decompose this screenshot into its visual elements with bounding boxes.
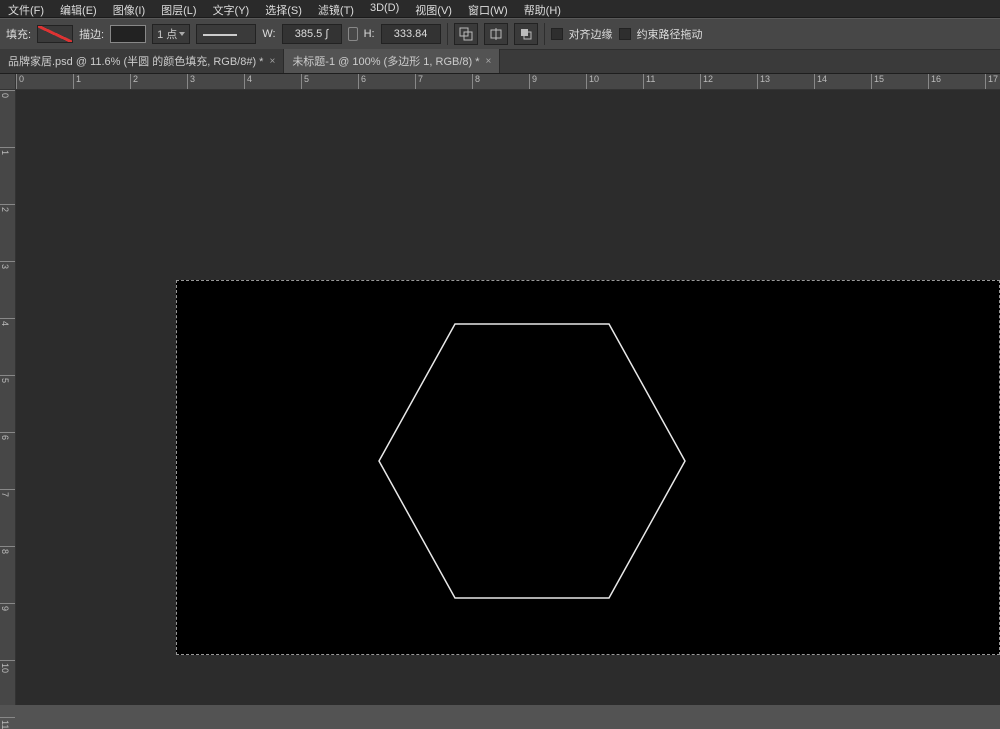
close-icon[interactable]: × xyxy=(269,56,275,67)
tab-document-1[interactable]: 品牌家居.psd @ 11.6% (半圆 的颜色填充, RGB/8#) * × xyxy=(0,49,284,73)
ruler-tick: 2 xyxy=(130,74,138,89)
width-label: W: xyxy=(262,28,275,40)
path-align-button[interactable] xyxy=(484,23,508,45)
menu-3d[interactable]: 3D(D) xyxy=(362,0,407,17)
link-icon[interactable] xyxy=(348,27,358,41)
ruler-tick: 12 xyxy=(700,74,713,89)
tab-label: 未标题-1 @ 100% (多边形 1, RGB/8) * xyxy=(292,53,479,69)
fill-label: 填充: xyxy=(6,26,31,42)
ruler-tick: 5 xyxy=(301,74,309,89)
ruler-tick: 5 xyxy=(0,375,15,383)
height-label: H: xyxy=(364,28,375,40)
ruler-tick: 7 xyxy=(0,489,15,497)
ruler-tick: 6 xyxy=(358,74,366,89)
menu-select[interactable]: 选择(S) xyxy=(257,0,310,17)
ruler-tick: 11 xyxy=(0,717,15,729)
ruler-tick: 1 xyxy=(0,147,15,155)
ruler-tick: 8 xyxy=(0,546,15,554)
separator xyxy=(544,23,545,45)
menu-filter[interactable]: 滤镜(T) xyxy=(310,0,362,17)
ruler-tick: 3 xyxy=(187,74,195,89)
stroke-type-dropdown[interactable] xyxy=(196,24,256,44)
ruler-tick: 6 xyxy=(0,432,15,440)
ruler-tick: 14 xyxy=(814,74,827,89)
tab-label: 品牌家居.psd @ 11.6% (半圆 的颜色填充, RGB/8#) * xyxy=(8,53,263,69)
document-tabs: 品牌家居.psd @ 11.6% (半圆 的颜色填充, RGB/8#) * × … xyxy=(0,50,1000,74)
ruler-tick: 2 xyxy=(0,204,15,212)
ruler-tick: 16 xyxy=(928,74,941,89)
menu-type[interactable]: 文字(Y) xyxy=(205,0,258,17)
close-icon[interactable]: × xyxy=(486,56,492,67)
ruler-tick: 4 xyxy=(0,318,15,326)
stroke-label: 描边: xyxy=(79,26,104,42)
menu-image[interactable]: 图像(I) xyxy=(105,0,153,17)
fill-swatch[interactable] xyxy=(37,25,73,43)
menu-view[interactable]: 视图(V) xyxy=(407,0,460,17)
menu-window[interactable]: 窗口(W) xyxy=(460,0,516,17)
align-edges-label: 对齐边缘 xyxy=(569,26,613,42)
path-arrange-button[interactable] xyxy=(514,23,538,45)
ruler-tick: 0 xyxy=(16,74,24,89)
ruler-tick: 3 xyxy=(0,261,15,269)
vertical-ruler[interactable]: 01234567891011 xyxy=(0,90,16,705)
menu-file[interactable]: 文件(F) xyxy=(0,0,52,17)
height-input[interactable]: 333.84 xyxy=(381,24,441,44)
constrain-label: 约束路径拖动 xyxy=(637,26,703,42)
tab-document-2[interactable]: 未标题-1 @ 100% (多边形 1, RGB/8) * × xyxy=(284,49,500,73)
ruler-tick: 10 xyxy=(586,74,599,89)
stroke-width-input[interactable]: 1 点 xyxy=(152,24,190,44)
menu-edit[interactable]: 编辑(E) xyxy=(52,0,105,17)
ruler-tick: 15 xyxy=(871,74,884,89)
ruler-tick: 8 xyxy=(472,74,480,89)
ruler-tick: 11 xyxy=(643,74,655,89)
constrain-checkbox[interactable] xyxy=(619,28,631,40)
ruler-tick: 7 xyxy=(415,74,423,89)
ruler-tick: 17 xyxy=(985,74,998,89)
canvas-area[interactable] xyxy=(16,90,1000,705)
ruler-tick: 9 xyxy=(0,603,15,611)
align-edges-checkbox[interactable] xyxy=(551,28,563,40)
menu-bar: 文件(F) 编辑(E) 图像(I) 图层(L) 文字(Y) 选择(S) 滤镜(T… xyxy=(0,0,1000,18)
hexagon-shape[interactable] xyxy=(377,321,687,601)
menu-layer[interactable]: 图层(L) xyxy=(153,0,204,17)
path-combine-button[interactable] xyxy=(454,23,478,45)
ruler-tick: 0 xyxy=(0,90,15,98)
horizontal-ruler[interactable]: 01234567891011121314151617 xyxy=(16,74,1000,90)
workspace: 01234567891011121314151617 0123456789101… xyxy=(0,74,1000,705)
ruler-tick: 10 xyxy=(0,660,15,673)
ruler-tick: 9 xyxy=(529,74,537,89)
ruler-corner xyxy=(0,74,16,90)
options-bar: 填充: 描边: 1 点 W: 385.5 ∫ H: 333.84 对齐边缘 约束… xyxy=(0,18,1000,50)
ruler-tick: 13 xyxy=(757,74,770,89)
separator xyxy=(447,23,448,45)
ruler-tick: 1 xyxy=(73,74,81,89)
artboard-selection[interactable] xyxy=(176,280,1000,655)
menu-help[interactable]: 帮助(H) xyxy=(516,0,569,17)
caret-down-icon xyxy=(179,32,185,36)
stroke-swatch[interactable] xyxy=(110,25,146,43)
width-input[interactable]: 385.5 ∫ xyxy=(282,24,342,44)
stroke-width-value: 1 点 xyxy=(157,26,177,42)
ruler-tick: 4 xyxy=(244,74,252,89)
